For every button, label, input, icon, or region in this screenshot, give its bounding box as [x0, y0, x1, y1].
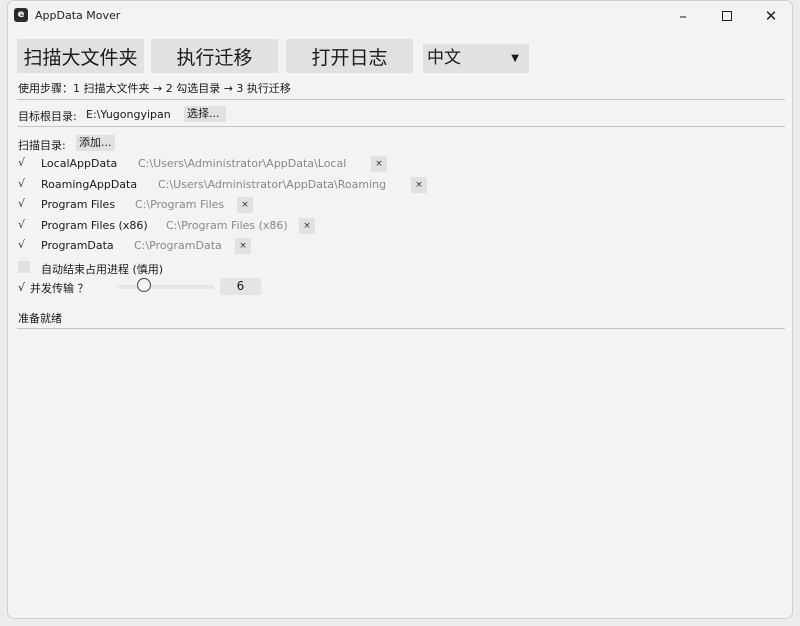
dir-name: Program Files	[41, 198, 116, 211]
scan-button[interactable]: 扫描大文件夹	[17, 39, 144, 73]
usage-hint: 使用步骤：1 扫描大文件夹 → 2 勾选目录 → 3 执行迁移	[18, 82, 291, 95]
dir-path: C:\Program Files	[135, 198, 225, 211]
window-title: AppData Mover	[35, 9, 121, 22]
dir-checkbox[interactable]: √	[18, 157, 30, 169]
divider	[17, 99, 785, 100]
dir-path: C:\Users\Administrator\AppData\Roaming	[158, 178, 387, 191]
open-log-button[interactable]: 打开日志	[286, 39, 413, 73]
dir-name: LocalAppData	[41, 157, 118, 170]
remove-dir-button[interactable]: ×	[371, 156, 387, 172]
scan-dirs-label: 扫描目录:	[18, 139, 66, 152]
dir-path: C:\Users\Administrator\AppData\Local	[138, 157, 347, 170]
divider	[17, 328, 785, 329]
dir-name: ProgramData	[41, 239, 114, 252]
dir-checkbox[interactable]: √	[18, 219, 30, 231]
auto-kill-checkbox[interactable]	[18, 261, 30, 273]
migrate-button[interactable]: 执行迁移	[151, 39, 278, 73]
remove-dir-button[interactable]: ×	[235, 238, 251, 254]
chevron-down-icon: ▼	[511, 53, 519, 64]
remove-dir-button[interactable]: ×	[411, 177, 427, 193]
auto-kill-label: 自动结束占用进程 (慎用)	[41, 263, 164, 276]
add-dir-button[interactable]: 添加...	[76, 135, 115, 151]
dir-name: Program Files (x86)	[41, 219, 148, 232]
target-root-label: 目标根目录:	[18, 110, 77, 123]
concurrent-checkbox[interactable]: √	[18, 281, 25, 294]
title-bar[interactable]: e AppData Mover – ✕	[8, 1, 792, 31]
app-icon: e	[14, 8, 28, 22]
status-text: 准备就绪	[18, 312, 62, 325]
dir-checkbox[interactable]: √	[18, 239, 30, 251]
maximize-button[interactable]	[705, 1, 749, 31]
concurrency-slider[interactable]	[116, 285, 214, 289]
language-select[interactable]: 中文 ▼	[423, 44, 529, 73]
dir-path: C:\Program Files (x86)	[166, 219, 288, 232]
divider	[17, 126, 785, 127]
remove-dir-button[interactable]: ×	[237, 197, 253, 213]
dir-checkbox[interactable]: √	[18, 198, 30, 210]
choose-target-button[interactable]: 选择...	[184, 106, 226, 122]
concurrency-value[interactable]: 6	[220, 278, 261, 295]
dir-checkbox[interactable]: √	[18, 178, 30, 190]
remove-dir-button[interactable]: ×	[299, 218, 315, 234]
concurrent-label: 并发传输 ？	[30, 282, 89, 295]
concurrency-slider-thumb[interactable]	[137, 278, 151, 292]
target-root-path: E:\Yugongyipan	[86, 108, 171, 121]
dir-path: C:\ProgramData	[134, 239, 222, 252]
minimize-button[interactable]: –	[661, 1, 705, 31]
close-button[interactable]: ✕	[749, 1, 792, 31]
app-window: e AppData Mover – ✕ 扫描大文件夹 执行迁移 打开日志 中文 …	[7, 0, 793, 619]
language-selected: 中文	[427, 48, 461, 68]
dir-name: RoamingAppData	[41, 178, 138, 191]
maximize-icon	[722, 11, 732, 21]
